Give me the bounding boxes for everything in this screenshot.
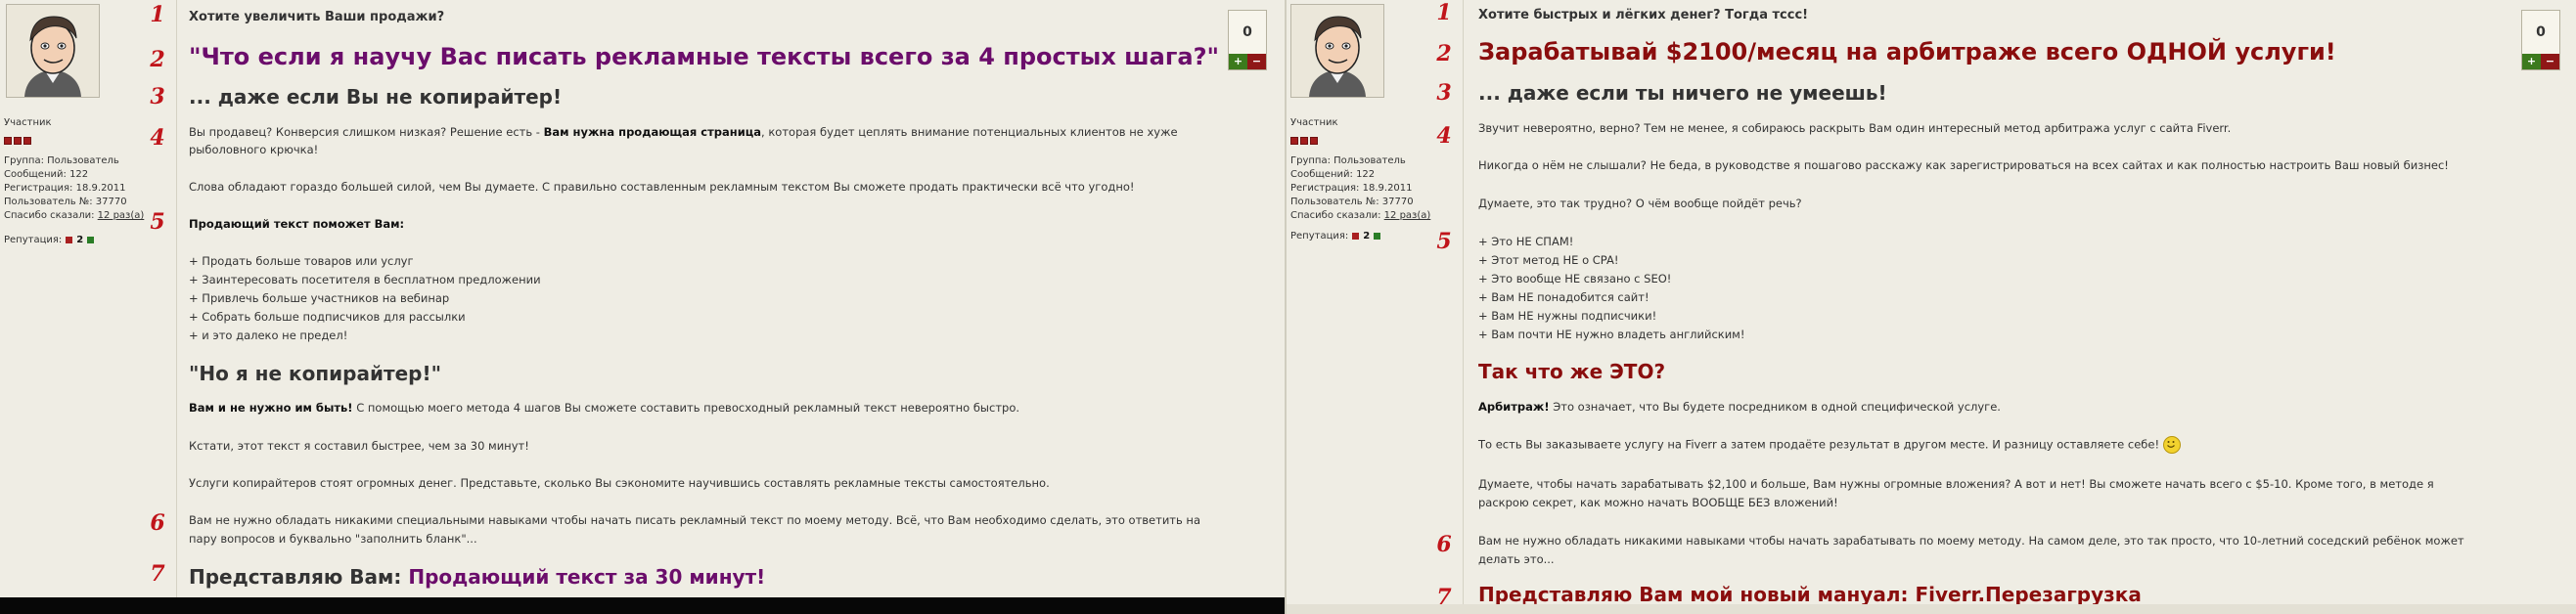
step-number-4: 4 (1436, 123, 1452, 149)
reputation-plus-icon[interactable] (87, 236, 95, 243)
list-item: + Вам НЕ понадобится сайт! (1478, 290, 1650, 304)
paragraph-6: Думаете, чтобы начать зарабатывать $2,10… (1478, 477, 2434, 491)
section-heading: "Но я не копирайтер!" (189, 362, 441, 385)
vote-count: 0 (2536, 24, 2546, 40)
paragraph-1: Вы продавец? Конверсия слишком низкая? Р… (189, 125, 1178, 139)
post-subheadline: ... даже если Вы не копирайтер! (189, 85, 563, 109)
reputation-minus-icon[interactable] (1352, 232, 1360, 240)
post-vote-widget: 0 + − (2521, 10, 2560, 70)
user-sidebar: Участник Группа: Пользователь Сообщений:… (1287, 0, 1464, 614)
paragraph-6: Вам не нужно обладать никакими специальн… (189, 513, 1200, 527)
post-headline: "Что если я научу Вас писать рекламные т… (189, 43, 1220, 70)
avatar-cartoon-icon (1291, 5, 1383, 97)
reputation: Репутация: 2 (4, 235, 98, 245)
list-item: + Этот метод НЕ о CPA! (1478, 253, 1619, 267)
list-item: + Заинтересовать посетителя в бесплатном… (189, 273, 541, 286)
post-question: Хотите увеличить Ваши продажи? (189, 10, 445, 24)
user-info: Группа: Пользователь Сообщений: 122 Реги… (1290, 154, 1430, 223)
step-number-4: 4 (150, 125, 165, 151)
avatar-cartoon-icon (7, 5, 99, 97)
info-registration: Регистрация: 18.9.2011 (1290, 183, 1413, 194)
info-user-number: Пользователь №: 37770 (1290, 197, 1414, 207)
vote-down-button[interactable]: − (1247, 54, 1266, 69)
paragraph-7-cont: делать это... (1478, 552, 1555, 566)
vote-up-button[interactable]: + (2522, 54, 2541, 69)
post-subheadline: ... даже если ты ничего не умеешь! (1478, 81, 1887, 105)
reputation: Репутация: 2 (1290, 231, 1384, 241)
post-question: Хотите быстрых и лёгких денег? Тогда тсс… (1478, 8, 1809, 22)
step-number-2: 2 (150, 47, 165, 72)
paragraph-5: Услуги копирайтеров стоят огромных денег… (189, 476, 1050, 490)
step-number-3: 3 (150, 84, 165, 110)
reputation-label: Репутация: (1290, 231, 1349, 241)
post-right: Участник Группа: Пользователь Сообщений:… (1285, 0, 2576, 614)
user-role: Участник (1290, 117, 1338, 128)
step-number-1: 1 (150, 2, 165, 27)
reputation-plus-icon[interactable] (1374, 232, 1381, 240)
user-role: Участник (4, 117, 52, 128)
vote-down-button[interactable]: − (2541, 54, 2559, 69)
list-item: + Продать больше товаров или услуг (189, 254, 414, 268)
list-item: + Собрать больше подписчиков для рассылк… (189, 310, 466, 324)
bold-heading: Продающий текст поможет Вам: (189, 217, 405, 231)
paragraph-3: Вам и не нужно им быть! С помощью моего … (189, 401, 1020, 415)
reputation-label: Репутация: (4, 235, 63, 245)
info-group: Группа: Пользователь (1290, 155, 1406, 166)
final-heading: Представляю Вам: Продающий текст за 30 м… (189, 565, 766, 589)
step-number-6: 6 (150, 510, 165, 536)
info-posts: Сообщений: 122 (1290, 169, 1376, 180)
list-item: + и это далеко не предел! (189, 329, 348, 342)
step-number-1: 1 (1436, 0, 1452, 25)
step-number-2: 2 (1436, 41, 1452, 66)
paragraph-6-cont: раскрою секрет, как можно начать ВООБЩЕ … (1478, 496, 1838, 509)
step-number-3: 3 (1436, 80, 1452, 106)
user-avatar[interactable] (6, 4, 100, 98)
paragraph-4: Арбитраж! Это означает, что Вы будете по… (1478, 400, 2001, 414)
bottom-strip (1287, 604, 2576, 614)
step-number-6: 6 (1436, 532, 1452, 557)
paragraph-7: Вам не нужно обладать никакими навыками … (1478, 534, 2464, 548)
info-thanks: Спасибо сказали: 12 раз(а) (1290, 210, 1431, 221)
user-info: Группа: Пользователь Сообщений: 122 Реги… (4, 154, 144, 223)
info-thanks: Спасибо сказали: 12 раз(а) (4, 210, 145, 221)
list-item: + Это НЕ СПАМ! (1478, 235, 1574, 248)
step-number-5: 5 (1436, 229, 1452, 254)
paragraph-1-cont: рыболовного крючка! (189, 143, 319, 156)
paragraph-5: То есть Вы заказываете услугу на Fiverr … (1478, 436, 2506, 454)
smiley-icon (2162, 436, 2181, 454)
list-item: + Вам НЕ нужны подписчики! (1478, 309, 1657, 323)
step-number-5: 5 (150, 209, 165, 235)
post-headline: Зарабатывай $2100/месяц на арбитраже все… (1478, 38, 2336, 66)
vote-up-button[interactable]: + (1229, 54, 1247, 69)
paragraph-6-cont: пару вопросов и буквально "заполнить бла… (189, 532, 477, 546)
vote-count: 0 (1243, 24, 1252, 40)
paragraph-2: Слова обладают гораздо большей силой, че… (189, 180, 1135, 194)
section-heading: Так что же ЭТО? (1478, 360, 1666, 383)
thanks-link[interactable]: 12 раз(а) (98, 210, 145, 221)
list-item: + Это вообще НЕ связано с SEO! (1478, 272, 1672, 285)
paragraph-1: Звучит невероятно, верно? Тем не менее, … (1478, 121, 2232, 135)
user-avatar[interactable] (1290, 4, 1384, 98)
paragraph-4: Кстати, этот текст я составил быстрее, ч… (189, 439, 529, 453)
rank-pips (4, 130, 33, 149)
step-number-7: 7 (150, 561, 165, 587)
reputation-value: 2 (76, 235, 84, 245)
list-item: + Вам почти НЕ нужно владеть английским! (1478, 328, 1745, 341)
info-posts: Сообщений: 122 (4, 169, 89, 180)
post-left: Участник Группа: Пользователь Сообщений:… (0, 0, 1285, 614)
post-vote-widget: 0 + − (1228, 10, 1267, 70)
final-heading: Представляю Вам мой новый мануал: Fiverr… (1478, 583, 2142, 606)
list-item: + Привлечь больше участников на вебинар (189, 291, 450, 305)
info-user-number: Пользователь №: 37770 (4, 197, 127, 207)
paragraph-3: Думаете, это так трудно? О чём вообще по… (1478, 197, 1802, 210)
reputation-value: 2 (1363, 231, 1371, 241)
bottom-black-bar (0, 597, 1285, 614)
info-registration: Регистрация: 18.9.2011 (4, 183, 126, 194)
rank-pips (1290, 130, 1320, 149)
user-sidebar: Участник Группа: Пользователь Сообщений:… (0, 0, 177, 614)
thanks-link[interactable]: 12 раз(а) (1384, 210, 1431, 221)
paragraph-2: Никогда о нём не слышали? Не беда, в рук… (1478, 158, 2449, 172)
reputation-minus-icon[interactable] (66, 236, 73, 243)
info-group: Группа: Пользователь (4, 155, 119, 166)
